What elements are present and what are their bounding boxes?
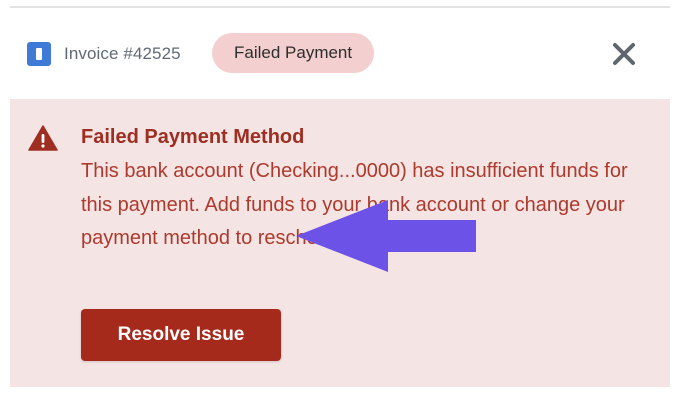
invoice-label: Invoice #42525 (64, 44, 181, 63)
status-badge: Failed Payment (212, 33, 375, 73)
document-icon (27, 42, 51, 66)
arrow-left-icon (296, 200, 476, 272)
invoice-panel: Invoice #42525 Failed Payment Failed Pay… (0, 0, 676, 400)
warning-icon (28, 125, 58, 151)
resolve-issue-button[interactable]: Resolve Issue (81, 309, 281, 361)
alert-title: Failed Payment Method (81, 126, 305, 148)
top-divider (10, 6, 670, 8)
close-button[interactable] (610, 40, 638, 68)
close-icon (613, 43, 635, 65)
invoice-header: Invoice #42525 Failed Payment (0, 30, 676, 76)
